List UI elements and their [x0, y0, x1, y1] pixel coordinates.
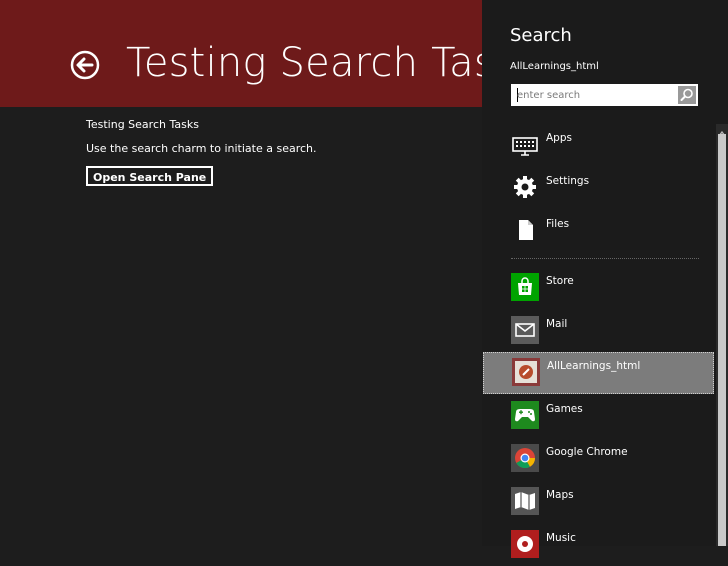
result-label: Store	[546, 275, 574, 287]
result-alllearnings[interactable]: AllLearnings_html	[483, 352, 714, 394]
music-icon	[511, 530, 539, 558]
magnifier-icon[interactable]	[678, 86, 696, 104]
search-pane-title: Search	[510, 25, 572, 46]
scroll-thumb[interactable]	[718, 134, 726, 546]
result-label: Google Chrome	[546, 446, 628, 458]
content-description: Use the search charm to initiate a searc…	[86, 142, 317, 155]
result-maps[interactable]: Maps	[482, 481, 714, 523]
result-mail[interactable]: Mail	[482, 310, 714, 352]
search-scope: AllLearnings_html	[510, 61, 599, 72]
mail-icon	[511, 316, 539, 344]
result-settings[interactable]: Settings	[482, 167, 714, 209]
search-box	[511, 84, 698, 106]
content-heading: Testing Search Tasks	[86, 118, 199, 131]
app-header: Testing Search Tasks	[0, 0, 539, 107]
result-label: Maps	[546, 489, 574, 501]
gamepad-icon	[511, 401, 539, 429]
result-label: AllLearnings_html	[547, 360, 641, 372]
result-games[interactable]: Games	[482, 395, 714, 437]
keyboard-icon	[511, 130, 539, 158]
result-store[interactable]: Store	[482, 267, 714, 309]
result-label: Apps	[546, 132, 572, 144]
result-apps[interactable]: Apps	[482, 124, 714, 166]
result-files[interactable]: Files	[482, 210, 714, 252]
app-icon	[512, 358, 540, 386]
map-icon	[511, 487, 539, 515]
back-arrow-icon[interactable]	[70, 50, 100, 80]
result-label: Settings	[546, 175, 590, 187]
results-divider	[511, 258, 699, 259]
open-search-pane-button[interactable]: Open Search Pane	[86, 166, 214, 186]
result-label: Mail	[546, 318, 568, 330]
store-icon	[511, 273, 539, 301]
result-label: Music	[546, 532, 576, 544]
chrome-icon	[511, 444, 539, 472]
search-input[interactable]	[511, 84, 676, 106]
scroll-up-icon[interactable]	[716, 124, 728, 137]
results-scrollbar[interactable]	[716, 124, 728, 546]
result-label: Games	[546, 403, 583, 415]
result-google-chrome[interactable]: Google Chrome	[482, 438, 714, 480]
page-title: Testing Search Tasks	[126, 40, 540, 86]
result-label: Files	[546, 218, 570, 230]
result-music[interactable]: Music	[482, 524, 714, 566]
document-icon	[511, 216, 539, 244]
search-pane: Search AllLearnings_html enter search Ap…	[482, 0, 728, 558]
gear-icon	[511, 173, 539, 201]
